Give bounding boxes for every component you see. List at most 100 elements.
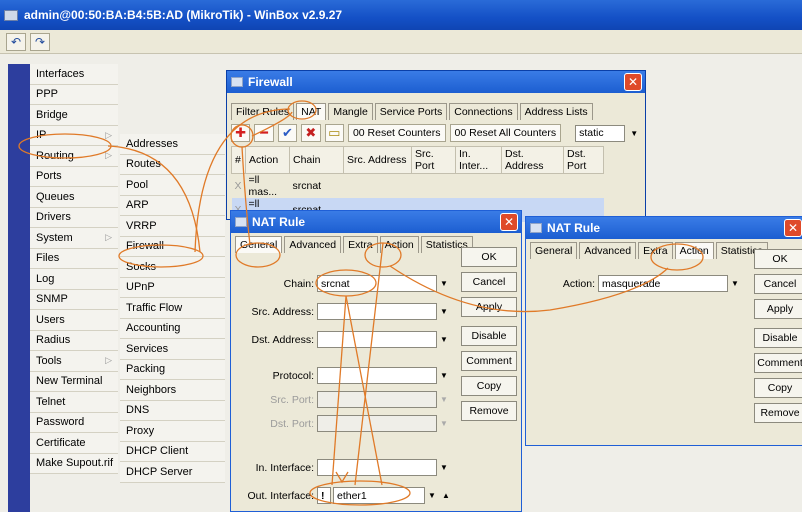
tab-mangle[interactable]: Mangle	[328, 103, 373, 120]
submenu-item-dhcp-server[interactable]: DHCP Server	[120, 462, 225, 483]
tab-address-lists[interactable]: Address Lists	[519, 103, 593, 120]
menu-item-files[interactable]: Files	[30, 248, 118, 269]
column-header[interactable]: Chain	[289, 146, 344, 174]
filter-select[interactable]: static	[575, 124, 626, 142]
add-icon[interactable]: ✚	[231, 124, 251, 142]
comment-icon[interactable]: ▭	[324, 124, 344, 142]
menu-item-ip[interactable]: IP ▷	[30, 125, 118, 146]
reset-all-counters-button[interactable]: 00 Reset All Counters	[449, 124, 562, 142]
negate-toggle[interactable]: !	[317, 487, 331, 504]
apply-button[interactable]: Apply	[461, 297, 517, 317]
column-header[interactable]: Src. Address	[343, 146, 412, 174]
submenu-item-dns[interactable]: DNS	[120, 400, 225, 421]
copy-button[interactable]: Copy	[461, 376, 517, 396]
tab-filter-rules[interactable]: Filter Rules	[231, 103, 295, 120]
tab-service-ports[interactable]: Service Ports	[374, 103, 448, 120]
remove-button[interactable]: Remove	[461, 401, 517, 421]
chevron-down-icon[interactable]: ▼	[425, 487, 439, 504]
submenu-item-socks[interactable]: Socks	[120, 257, 225, 278]
submenu-item-vrrp[interactable]: VRRP	[120, 216, 225, 237]
cancel-button[interactable]: Cancel	[461, 272, 517, 292]
submenu-item-routes[interactable]: Routes	[120, 154, 225, 175]
cancel-button[interactable]: Cancel	[754, 274, 802, 294]
column-header[interactable]: Dst. Port	[563, 146, 604, 174]
apply-button[interactable]: Apply	[754, 299, 802, 319]
column-header[interactable]: Src. Port	[411, 146, 456, 174]
src-port-field[interactable]	[317, 391, 437, 408]
close-icon[interactable]: ✕	[500, 213, 518, 231]
submenu-item-traffic-flow[interactable]: Traffic Flow	[120, 298, 225, 319]
chevron-down-icon[interactable]: ▼	[437, 367, 451, 384]
menu-item-drivers[interactable]: Drivers	[30, 207, 118, 228]
chevron-down-icon[interactable]: ▼	[437, 331, 451, 348]
action-field[interactable]: masquerade	[598, 275, 728, 292]
menu-item-new-terminal[interactable]: New Terminal	[30, 371, 118, 392]
undo-icon[interactable]: ↶	[6, 32, 26, 51]
submenu-item-upnp[interactable]: UPnP	[120, 277, 225, 298]
table-row[interactable]: X =ll mas... srcnat	[232, 174, 604, 198]
menu-item-password[interactable]: Password	[30, 412, 118, 433]
submenu-item-neighbors[interactable]: Neighbors	[120, 380, 225, 401]
comment-button[interactable]: Comment	[754, 353, 802, 373]
menu-item-ppp[interactable]: PPP	[30, 84, 118, 105]
submenu-item-addresses[interactable]: Addresses	[120, 134, 225, 155]
chevron-down-icon[interactable]: ▼	[437, 391, 451, 408]
comment-button[interactable]: Comment	[461, 351, 517, 371]
chevron-down-icon[interactable]: ▼	[437, 415, 451, 432]
submenu-item-firewall[interactable]: Firewall	[120, 236, 225, 257]
submenu-item-arp[interactable]: ARP	[120, 195, 225, 216]
tab-advanced[interactable]: Advanced	[579, 242, 637, 259]
dst-address-field[interactable]	[317, 331, 437, 348]
column-header[interactable]: Dst. Address	[501, 146, 564, 174]
dst-port-field[interactable]	[317, 415, 437, 432]
menu-item-radius[interactable]: Radius	[30, 330, 118, 351]
submenu-item-accounting[interactable]: Accounting	[120, 318, 225, 339]
ok-button[interactable]: OK	[754, 249, 802, 269]
out-interface-field[interactable]: ether1	[333, 487, 425, 504]
disable-button[interactable]: Disable	[754, 328, 802, 348]
chevron-down-icon[interactable]: ▼	[728, 275, 742, 292]
menu-item-interfaces[interactable]: Interfaces	[30, 64, 118, 85]
chevron-down-icon[interactable]: ▼	[627, 125, 641, 142]
in-interface-field[interactable]	[317, 459, 437, 476]
remove-icon[interactable]: ━	[254, 124, 274, 142]
tab-action[interactable]: Action	[379, 236, 419, 253]
menu-item-bridge[interactable]: Bridge	[30, 105, 118, 126]
tab-action[interactable]: Action	[674, 242, 714, 259]
chevron-down-icon[interactable]: ▼	[437, 459, 451, 476]
column-header[interactable]: In. Inter...	[455, 146, 502, 174]
tab-general[interactable]: General	[530, 242, 578, 259]
tab-nat[interactable]: NAT	[296, 103, 327, 120]
chevron-down-icon[interactable]: ▼	[437, 275, 451, 292]
submenu-item-packing[interactable]: Packing	[120, 359, 225, 380]
tab-general[interactable]: General	[235, 236, 283, 253]
redo-icon[interactable]: ↷	[30, 32, 50, 51]
chevron-up-icon[interactable]: ▲	[439, 487, 453, 504]
menu-item-routing[interactable]: Routing ▷	[30, 146, 118, 167]
reset-counters-button[interactable]: 00 Reset Counters	[347, 124, 446, 142]
menu-item-users[interactable]: Users	[30, 310, 118, 331]
menu-item-certificate[interactable]: Certificate	[30, 433, 118, 454]
column-header[interactable]: Action	[245, 146, 290, 174]
chevron-down-icon[interactable]: ▼	[437, 303, 451, 320]
menu-item-log[interactable]: Log	[30, 269, 118, 290]
protocol-field[interactable]	[317, 367, 437, 384]
submenu-item-proxy[interactable]: Proxy	[120, 421, 225, 442]
enable-icon[interactable]: ✔	[277, 124, 298, 142]
src-address-field[interactable]	[317, 303, 437, 320]
menu-item-queues[interactable]: Queues	[30, 187, 118, 208]
copy-button[interactable]: Copy	[754, 378, 802, 398]
ok-button[interactable]: OK	[461, 247, 517, 267]
remove-button[interactable]: Remove	[754, 403, 802, 423]
submenu-item-pool[interactable]: Pool	[120, 175, 225, 196]
tab-extra[interactable]: Extra	[343, 236, 378, 253]
submenu-item-services[interactable]: Services	[120, 339, 225, 360]
disable-icon[interactable]: ✖	[301, 124, 321, 142]
menu-item-make-supout[interactable]: Make Supout.rif	[30, 453, 118, 474]
menu-item-tools[interactable]: Tools ▷	[30, 351, 118, 372]
close-icon[interactable]: ✕	[624, 73, 642, 91]
tab-connections[interactable]: Connections	[449, 103, 518, 120]
menu-item-system[interactable]: System ▷	[30, 228, 118, 249]
column-header[interactable]: #	[231, 146, 246, 174]
menu-item-telnet[interactable]: Telnet	[30, 392, 118, 413]
